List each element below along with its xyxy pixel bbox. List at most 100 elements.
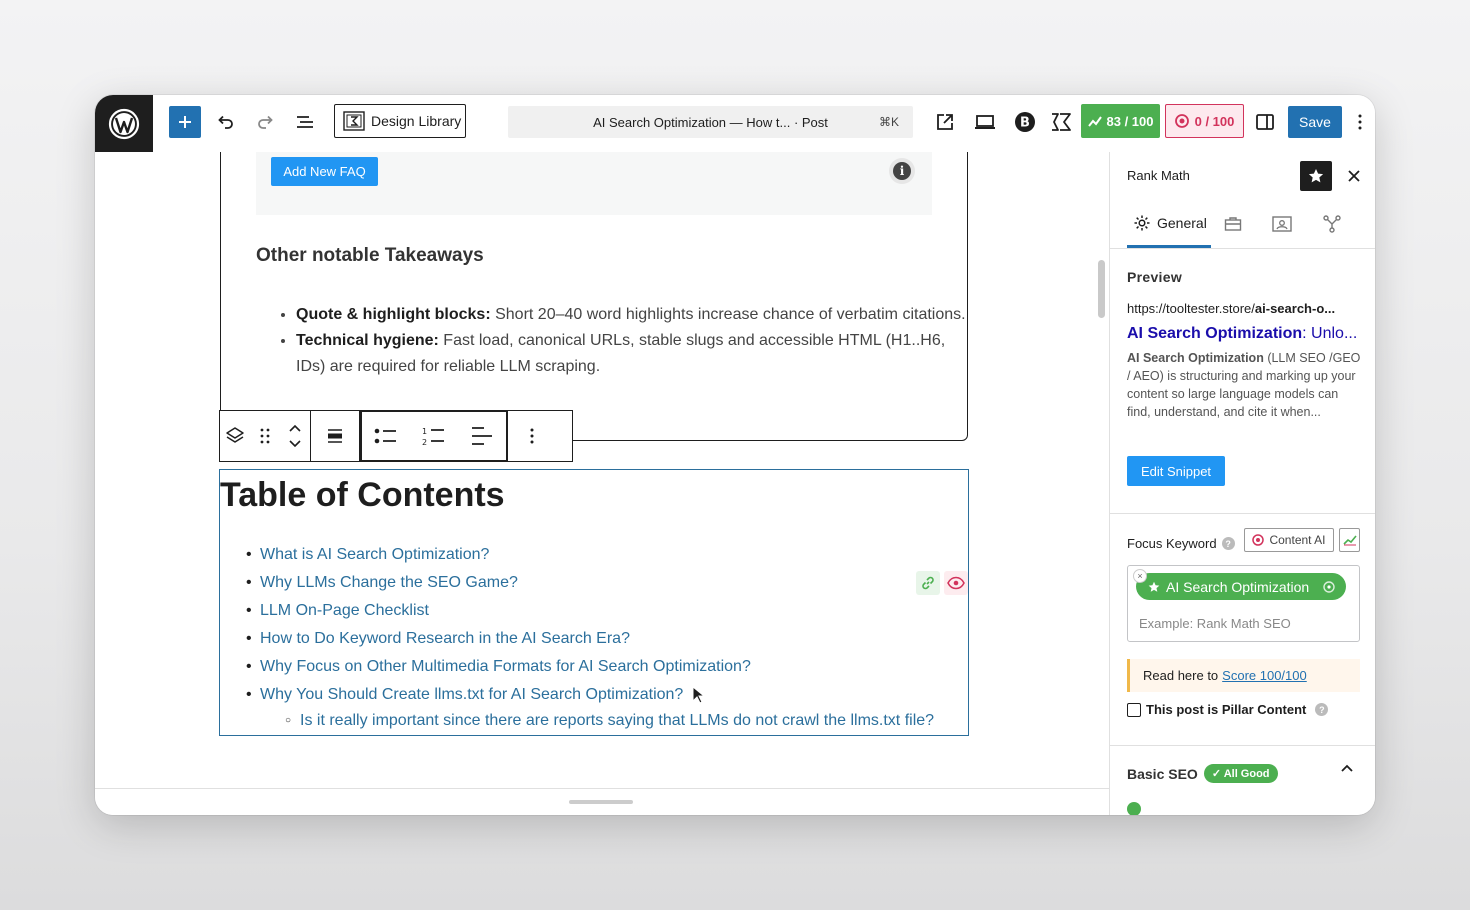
remove-keyword-icon[interactable]: × xyxy=(1133,569,1147,583)
help-icon[interactable]: ? xyxy=(1221,537,1235,550)
drag-handle[interactable] xyxy=(250,411,280,461)
rank-math-sidebar: Rank Math General Preview https://toolte… xyxy=(1109,152,1375,815)
toc-link[interactable]: Why LLMs Change the SEO Game? xyxy=(246,569,934,597)
block-type-icon xyxy=(226,427,244,443)
document-overview-button[interactable] xyxy=(291,108,319,136)
plugin-k-button[interactable] xyxy=(1047,108,1075,136)
keyword-trends-button[interactable] xyxy=(1339,528,1360,552)
external-link-icon xyxy=(937,114,953,130)
kebab-menu-icon xyxy=(1358,114,1362,130)
plus-icon xyxy=(179,116,191,128)
numbered-list-icon: 12 xyxy=(422,427,444,446)
basic-seo-panel-toggle[interactable]: Basic SEO ✓ All Good xyxy=(1127,764,1278,783)
unordered-list-button[interactable] xyxy=(362,411,410,461)
chevron-up-icon[interactable] xyxy=(1340,762,1354,776)
design-library-label: Design Library xyxy=(371,113,462,129)
gear-icon xyxy=(1134,215,1150,230)
score-link[interactable]: Score 100/100 xyxy=(1222,668,1307,683)
svg-text:2: 2 xyxy=(422,438,427,446)
toc-link[interactable]: Why Focus on Other Multimedia Formats fo… xyxy=(246,653,934,681)
resize-handle[interactable] xyxy=(569,800,633,804)
editor-window: Design Library AI Search Optimization — … xyxy=(95,95,1375,815)
design-library-button[interactable]: Design Library xyxy=(334,104,466,138)
star-icon xyxy=(1148,581,1160,592)
close-sidebar-button[interactable] xyxy=(1342,164,1366,188)
document-title: AI Search Optimization — How t... · Post xyxy=(593,114,828,130)
command-palette-bar[interactable]: AI Search Optimization — How t... · Post… xyxy=(508,106,913,138)
toolbar-group-move xyxy=(220,411,311,461)
content-ai-score-value: 0 / 100 xyxy=(1194,113,1235,129)
tab-general[interactable]: General xyxy=(1127,200,1211,248)
notice-text: Read here to xyxy=(1143,668,1219,683)
keyword-tag[interactable]: AI Search Optimization xyxy=(1136,573,1346,600)
sidebar-tabs: General xyxy=(1110,200,1375,249)
pillar-content-option[interactable]: This post is Pillar Content ? xyxy=(1127,702,1329,717)
canvas-footer xyxy=(95,788,1109,815)
block-type-button[interactable] xyxy=(220,411,250,461)
takeaways-heading[interactable]: Other notable Takeaways xyxy=(256,245,484,267)
close-icon xyxy=(1348,170,1360,182)
toc-heading[interactable]: Table of Contents xyxy=(220,476,505,515)
chevron-up-down-icon xyxy=(289,424,301,448)
options-menu-button[interactable] xyxy=(1351,108,1369,136)
visibility-button[interactable] xyxy=(944,571,968,595)
plugin-b-button[interactable]: B xyxy=(1011,108,1039,136)
focus-keyword-input[interactable]: × AI Search Optimization Example: Rank M… xyxy=(1127,565,1360,642)
toolbar-group-list: 12 xyxy=(360,410,508,462)
help-icon[interactable]: ? xyxy=(1315,703,1329,716)
view-post-button[interactable] xyxy=(931,108,959,136)
move-up-down-button[interactable] xyxy=(280,411,310,461)
outdent-button[interactable] xyxy=(458,411,506,461)
list-item-text: Short 20–40 word highlights increase cha… xyxy=(490,306,966,323)
preview-url: https://tooltester.store/ai-search-o... xyxy=(1127,301,1363,316)
toc-inline-actions xyxy=(916,571,968,595)
list-item-bold: Technical hygiene: xyxy=(296,332,439,349)
add-block-button[interactable] xyxy=(169,106,201,138)
toc-sublink[interactable]: Is it really important since there are r… xyxy=(260,709,934,733)
focus-keyword-label: Focus Keyword ? xyxy=(1127,536,1235,551)
sidebar-toggle-icon xyxy=(1256,114,1274,130)
content-ai-score[interactable]: 0 / 100 xyxy=(1165,104,1244,138)
list-item-bold: Quote & highlight blocks: xyxy=(296,306,491,323)
divider xyxy=(1110,745,1375,746)
more-options-button[interactable] xyxy=(508,411,556,461)
takeaways-list[interactable]: Quote & highlight blocks: Short 20–40 wo… xyxy=(256,302,976,380)
link-button[interactable] xyxy=(916,571,940,595)
tab-social[interactable] xyxy=(1322,214,1342,234)
undo-button[interactable] xyxy=(212,108,240,136)
settings-panel-toggle[interactable] xyxy=(1251,108,1279,136)
device-preview-button[interactable] xyxy=(971,108,999,136)
wordpress-logo-button[interactable] xyxy=(95,95,153,152)
canvas-scrollbar[interactable] xyxy=(1098,260,1105,318)
table-of-contents-block[interactable]: Table of Contents What is AI Search Opti… xyxy=(219,469,969,736)
toc-link[interactable]: LLM On-Page Checklist xyxy=(246,597,934,625)
pin-sidebar-button[interactable] xyxy=(1300,161,1332,191)
kadence-icon xyxy=(1052,113,1071,131)
toc-link[interactable]: How to Do Keyword Research in the AI Sea… xyxy=(246,625,934,653)
content-ai-icon xyxy=(1174,114,1189,128)
ordered-list-button[interactable]: 12 xyxy=(410,411,458,461)
pillar-content-checkbox[interactable] xyxy=(1127,702,1141,717)
content-ai-button[interactable]: Content AI xyxy=(1244,528,1334,552)
bullet-list-icon xyxy=(374,428,396,444)
seo-score-icon xyxy=(1087,116,1102,127)
toc-link[interactable]: Why You Should Create llms.txt for AI Se… xyxy=(246,681,934,709)
trend-icon xyxy=(1342,535,1357,546)
content-ai-icon xyxy=(1252,534,1265,546)
rank-math-seo-score[interactable]: 83 / 100 xyxy=(1081,104,1160,138)
info-icon[interactable]: i xyxy=(893,162,911,180)
tab-schema[interactable] xyxy=(1272,214,1292,234)
laptop-icon xyxy=(975,115,995,129)
drag-icon xyxy=(260,428,270,444)
align-button[interactable] xyxy=(311,411,359,461)
edit-snippet-button[interactable]: Edit Snippet xyxy=(1127,456,1225,486)
kebab-menu-icon xyxy=(530,428,534,444)
preview-title-keyword: AI Search Optimization xyxy=(1127,325,1303,342)
save-button[interactable]: Save xyxy=(1288,106,1342,138)
add-new-faq-button[interactable]: Add New FAQ xyxy=(271,157,378,186)
basic-seo-label: Basic SEO xyxy=(1127,765,1198,782)
redo-button[interactable] xyxy=(251,108,279,136)
toc-link[interactable]: What is AI Search Optimization? xyxy=(246,541,934,569)
share-icon xyxy=(1323,215,1341,233)
tab-advanced[interactable] xyxy=(1223,214,1243,234)
